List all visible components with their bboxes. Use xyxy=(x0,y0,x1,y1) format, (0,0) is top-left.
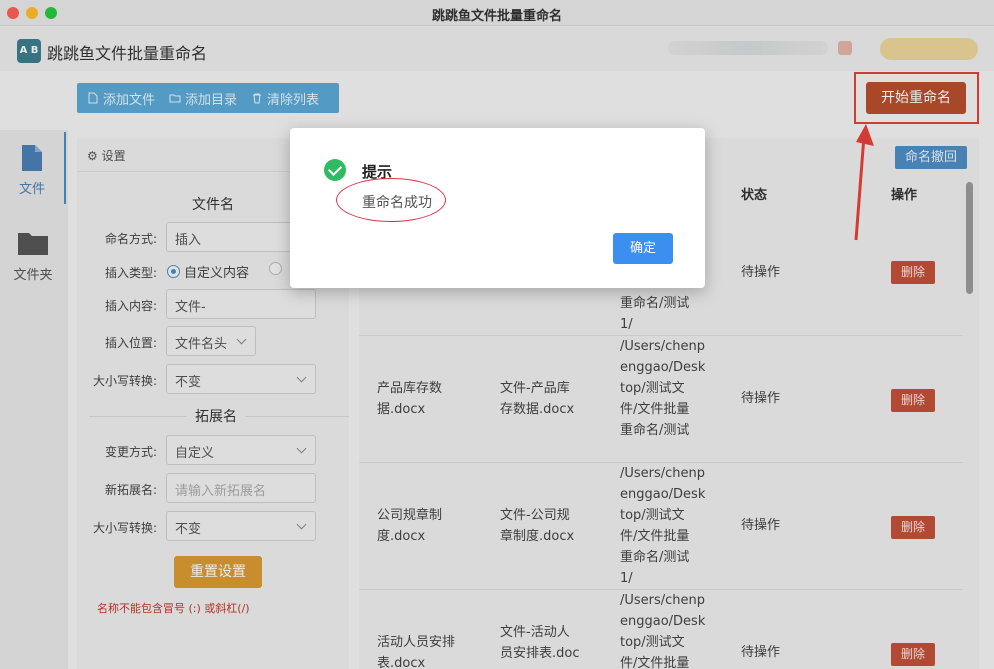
success-check-icon xyxy=(324,159,346,181)
success-dialog: 提示 重命名成功 确定 xyxy=(290,128,705,288)
modal-overlay xyxy=(0,0,994,669)
red-ellipse-annotation xyxy=(336,178,446,222)
dialog-ok-button[interactable]: 确定 xyxy=(613,233,673,264)
